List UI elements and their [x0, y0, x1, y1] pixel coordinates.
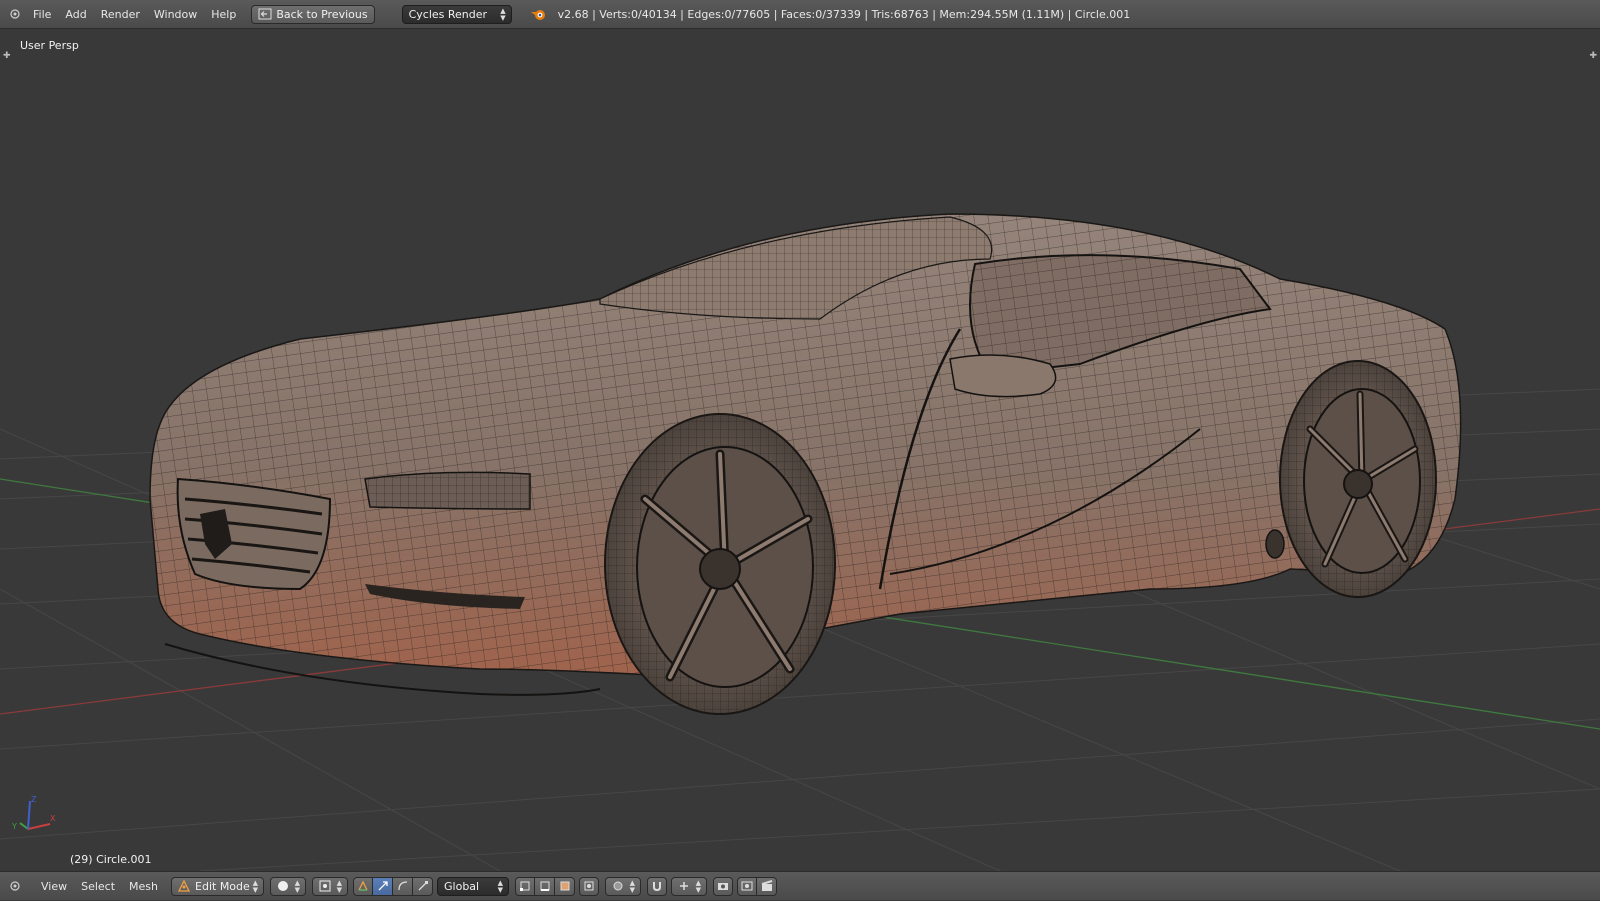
axis-gizmo: X Y Z [11, 795, 56, 831]
translate-manipulator-button[interactable] [373, 876, 394, 896]
front-wheel [604, 413, 836, 715]
axis-x-label: X [50, 814, 56, 823]
render-buttons-group [737, 876, 778, 896]
edit-mode-icon [178, 880, 191, 892]
translate-arrow-icon [378, 881, 388, 891]
orientation-label: Global [444, 879, 480, 893]
render-engine-label: Cycles Render [408, 7, 488, 21]
rotate-manipulator-button[interactable] [393, 876, 414, 896]
snap-element-select[interactable]: ▲ ▼ [671, 876, 708, 896]
edge-select-button[interactable] [535, 876, 556, 896]
blender-logo-icon [530, 10, 545, 20]
scene-statistics: v2.68 | Verts:0/40134 | Edges:0/77605 | … [557, 7, 1131, 21]
menu-window[interactable]: Window [147, 0, 204, 29]
scale-icon [418, 881, 428, 891]
face-select-icon [560, 881, 570, 891]
proportional-editing-icon [613, 881, 623, 891]
render-animation-button[interactable] [757, 876, 778, 896]
back-arrow-icon [258, 8, 272, 20]
editor-type-button[interactable] [4, 0, 26, 29]
area-split-handle-right[interactable]: ✚ [1589, 51, 1597, 61]
updown-arrows-icon: ▲ ▼ [695, 878, 702, 894]
rotate-arc-icon [397, 881, 407, 891]
transform-orientation-select[interactable]: Global ▲ ▼ [437, 876, 510, 896]
mode-label: Edit Mode [195, 879, 250, 893]
menu-add[interactable]: Add [58, 0, 93, 29]
updown-arrows-icon: ▲ ▼ [252, 878, 259, 894]
select-mode-group [515, 876, 576, 896]
active-object-label: (29) Circle.001 [70, 853, 152, 866]
edge-select-icon [540, 881, 550, 891]
menu-help[interactable]: Help [204, 0, 243, 29]
menu-render[interactable]: Render [94, 0, 147, 29]
back-to-previous-button[interactable]: Back to Previous [251, 4, 375, 24]
vertex-select-icon [520, 881, 530, 891]
menu-select[interactable]: Select [74, 872, 122, 901]
mode-select[interactable]: Edit Mode ▲ ▼ [171, 876, 265, 896]
manipulator-group [353, 876, 434, 896]
snap-toggle-button[interactable] [647, 876, 668, 896]
opengl-render-button[interactable] [713, 876, 734, 896]
magnet-icon [653, 882, 662, 892]
menu-mesh[interactable]: Mesh [122, 872, 165, 901]
menu-file[interactable]: File [26, 0, 58, 29]
clapperboard-icon [761, 880, 772, 891]
info-editor-icon [10, 9, 20, 19]
rear-wheel [1279, 360, 1437, 598]
pivot-point-select[interactable]: ▲ ▼ [312, 876, 349, 896]
occlude-geometry-icon [584, 881, 594, 891]
pivot-point-icon [319, 880, 331, 892]
render-still-button[interactable] [737, 876, 758, 896]
updown-arrows-icon: ▲ ▼ [500, 6, 506, 22]
updown-arrows-icon: ▲ ▼ [294, 878, 301, 894]
updown-arrows-icon: ▲ ▼ [629, 878, 636, 894]
viewport-scene: X Y Z [0, 213, 1600, 871]
3d-viewport[interactable]: X Y Z User Persp (29) Circle.001 ✚ ✚ [0, 29, 1600, 871]
viewport-shading-select[interactable]: ▲ ▼ [270, 876, 307, 896]
3d-view-header: View Select Mesh Edit Mode ▲ ▼ ▲ ▼ ▲ ▼ Glob… [0, 871, 1600, 900]
manipulator-toggle-button[interactable] [353, 876, 374, 896]
area-split-handle-left[interactable]: ✚ [3, 51, 11, 61]
menu-view[interactable]: View [34, 872, 74, 901]
camera-icon [718, 883, 729, 890]
back-to-previous-label: Back to Previous [276, 7, 368, 21]
snap-increment-icon [680, 882, 689, 890]
render-image-icon [741, 881, 753, 891]
editor-type-button-3d[interactable] [4, 872, 26, 901]
vertex-select-button[interactable] [515, 876, 536, 896]
view-label: User Persp [20, 39, 79, 52]
scale-manipulator-button[interactable] [413, 876, 434, 896]
solid-shading-icon [278, 881, 289, 891]
3d-view-editor-icon [10, 881, 20, 891]
updown-arrows-icon: ▲ ▼ [497, 878, 504, 894]
limit-selection-visible-button[interactable] [579, 876, 600, 896]
car-mirror [949, 354, 1057, 398]
axis-y-label: Y [11, 822, 17, 831]
manipulator-icon [358, 880, 368, 891]
render-engine-select[interactable]: Cycles Render ▲ ▼ [401, 4, 512, 24]
axis-z-label: Z [31, 795, 37, 804]
info-header: File Add Render Window Help Back to Prev… [0, 0, 1600, 29]
proportional-editing-select[interactable]: ▲ ▼ [605, 876, 642, 896]
updown-arrows-icon: ▲ ▼ [336, 878, 343, 894]
face-select-button[interactable] [555, 876, 576, 896]
